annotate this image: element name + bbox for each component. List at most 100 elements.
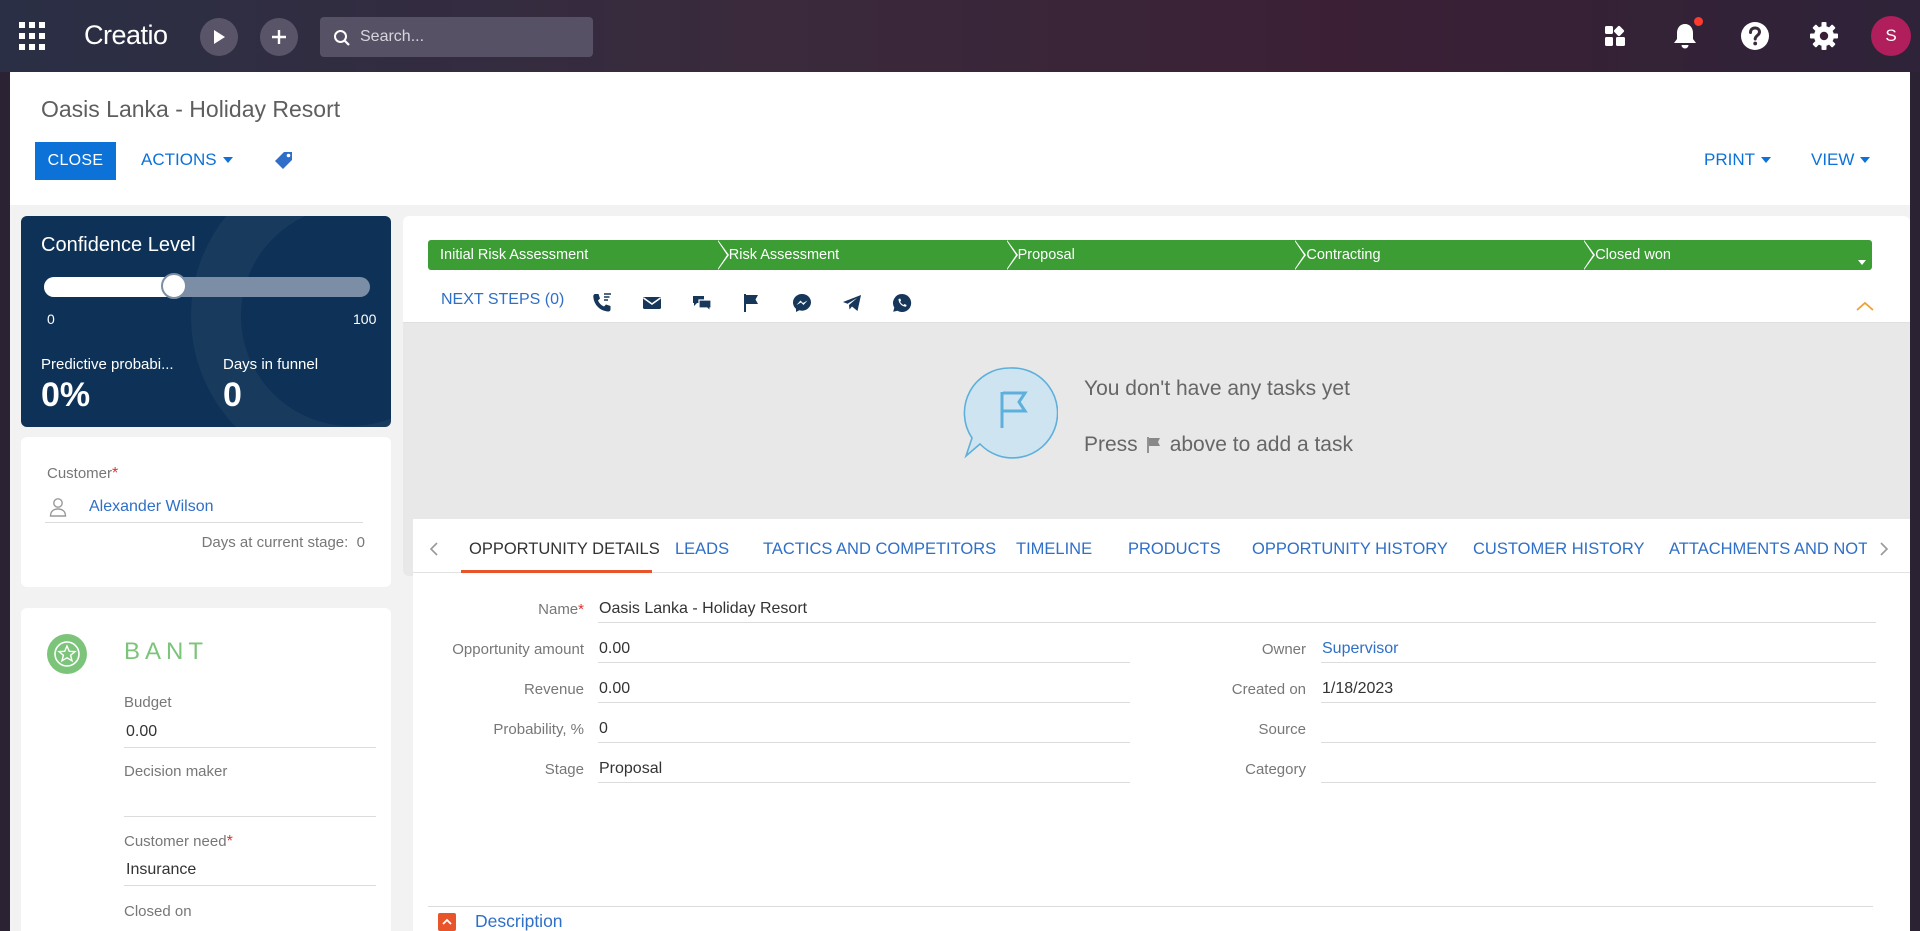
- stage-dropdown-icon[interactable]: [1858, 252, 1866, 270]
- tab-opportunity-history[interactable]: OPPORTUNITY HISTORY: [1252, 540, 1448, 559]
- days-at-stage-value: 0: [356, 534, 365, 551]
- slider-min-label: 0: [47, 311, 55, 327]
- close-button[interactable]: CLOSE: [35, 142, 116, 180]
- empty-hint-rest: above to add a task: [1169, 433, 1353, 456]
- flag-icon[interactable]: [741, 292, 763, 314]
- record-page: Oasis Lanka - Holiday Resort CLOSE ACTIO…: [10, 72, 1910, 931]
- stage-initial-risk-assessment[interactable]: Initial Risk Assessment: [428, 240, 729, 270]
- stage-label: Closed won: [1595, 247, 1671, 263]
- stage-arrow: [1583, 240, 1594, 270]
- source-label: Source: [1258, 721, 1306, 738]
- view-menu-button[interactable]: VIEW: [1811, 150, 1871, 170]
- collapse-chevron-up-icon[interactable]: [1855, 300, 1875, 312]
- whatsapp-icon[interactable]: [891, 292, 913, 314]
- stage-field[interactable]: Proposal: [598, 755, 1130, 783]
- run-process-button[interactable]: [200, 18, 238, 56]
- stage-label: Contracting: [1306, 247, 1381, 263]
- created-on-field[interactable]: 1/18/2023: [1321, 675, 1876, 703]
- top-bar: Creatio S: [0, 0, 1920, 72]
- search-icon: [334, 30, 350, 46]
- budget-field[interactable]: 0.00: [124, 716, 376, 748]
- tabs-scroll-right-icon[interactable]: [1879, 541, 1889, 557]
- page-title: Oasis Lanka - Holiday Resort: [41, 96, 341, 122]
- collapse-section-icon[interactable]: [438, 913, 456, 931]
- global-search[interactable]: [320, 17, 593, 57]
- add-record-button[interactable]: [260, 18, 298, 56]
- customer-label-wrap: Customer*: [47, 465, 118, 483]
- actions-menu-button[interactable]: ACTIONS: [141, 150, 233, 170]
- category-label: Category: [1245, 761, 1306, 778]
- opportunity-amount-label: Opportunity amount: [452, 641, 584, 658]
- stage-proposal[interactable]: Proposal: [1005, 240, 1307, 270]
- source-field[interactable]: [1321, 715, 1876, 743]
- flag-icon: [1146, 437, 1160, 453]
- tab-timeline[interactable]: TIMELINE: [1016, 540, 1092, 559]
- customer-field[interactable]: Alexander Wilson: [45, 491, 363, 523]
- empty-tasks-hint: Press above to add a task: [1084, 433, 1353, 457]
- tab-leads[interactable]: LEADS: [675, 540, 729, 559]
- confidence-slider-track[interactable]: [44, 277, 370, 297]
- description-divider: [428, 906, 1873, 907]
- user-avatar[interactable]: S: [1871, 16, 1911, 56]
- customer-card: Customer* Alexander Wilson Days at curre…: [21, 437, 391, 587]
- stage-arrow: [1294, 240, 1305, 270]
- closed-on-label: Closed on: [124, 903, 192, 920]
- tab-attachments-and-noti[interactable]: ATTACHMENTS AND NOTI: [1669, 540, 1867, 559]
- stage-arrow: [1005, 240, 1016, 270]
- settings-gear-icon[interactable]: [1806, 18, 1842, 54]
- chat-bubbles-icon[interactable]: [691, 292, 713, 314]
- chevron-down-icon: [1860, 157, 1871, 163]
- days-in-funnel-label: Days in funnel: [223, 356, 319, 373]
- required-mark: *: [226, 833, 233, 850]
- decision-maker-field[interactable]: [124, 785, 376, 817]
- chevron-down-icon: [1761, 157, 1771, 163]
- tab-products[interactable]: PRODUCTS: [1128, 540, 1221, 559]
- view-label: VIEW: [1811, 150, 1855, 169]
- bant-star-icon: [47, 634, 87, 674]
- stage-progress-bar: Initial Risk Assessment Risk Assessment Pr…: [428, 240, 1872, 270]
- revenue-field[interactable]: 0.00: [598, 675, 1130, 703]
- messenger-icon[interactable]: [791, 292, 813, 314]
- actions-label: ACTIONS: [141, 150, 217, 169]
- creatio-logo[interactable]: Creatio: [84, 20, 168, 51]
- confidence-level-card: Confidence Level 0 100 Predictive probab…: [21, 216, 391, 427]
- tab-opportunity-details[interactable]: OPPORTUNITY DETAILS: [469, 540, 660, 559]
- print-label: PRINT: [1704, 150, 1755, 169]
- tag-icon[interactable]: [274, 150, 294, 175]
- customer-need-label: Customer need: [124, 833, 227, 850]
- stage-risk-assessment[interactable]: Risk Assessment: [716, 240, 1018, 270]
- owner-link[interactable]: Supervisor: [1321, 635, 1876, 663]
- probability-field[interactable]: 0: [598, 715, 1130, 743]
- slider-max-label: 100: [353, 311, 377, 327]
- name-field[interactable]: Oasis Lanka - Holiday Resort: [598, 595, 1876, 623]
- customer-need-field[interactable]: Insurance: [124, 854, 376, 886]
- category-field[interactable]: [1321, 755, 1876, 783]
- customer-link[interactable]: Alexander Wilson: [89, 498, 214, 516]
- bant-card: BANT Budget 0.00 Decision maker Customer…: [21, 608, 391, 931]
- empty-hint-press: Press: [1084, 433, 1138, 456]
- decision-maker-label: Decision maker: [124, 763, 228, 780]
- print-menu-button[interactable]: PRINT: [1704, 150, 1771, 170]
- help-icon[interactable]: [1737, 18, 1773, 54]
- empty-tasks-flag-illustration-icon: [963, 367, 1058, 459]
- dashboard-tiles-icon[interactable]: [1597, 18, 1633, 54]
- app-launcher-icon[interactable]: [18, 22, 46, 50]
- tab-tactics-and-competitors[interactable]: TACTICS AND COMPETITORS: [763, 540, 996, 559]
- stage-label: Stage: [544, 761, 584, 778]
- search-input[interactable]: [360, 17, 585, 57]
- opportunity-amount-field[interactable]: 0.00: [598, 635, 1130, 663]
- tabs-scroll-left-icon[interactable]: [429, 541, 439, 557]
- customer-need-label-wrap: Customer need*: [124, 833, 233, 851]
- confidence-title: Confidence Level: [41, 234, 196, 256]
- tab-customer-history[interactable]: CUSTOMER HISTORY: [1473, 540, 1644, 559]
- stage-closed-won[interactable]: Closed won: [1583, 240, 1872, 270]
- predictive-probability-label: Predictive probabi...: [41, 356, 174, 373]
- email-icon[interactable]: [641, 292, 663, 314]
- record-header: Oasis Lanka - Holiday Resort CLOSE ACTIO…: [10, 72, 1910, 205]
- telegram-icon[interactable]: [841, 292, 863, 314]
- stage-contracting[interactable]: Contracting: [1294, 240, 1596, 270]
- owner-label: Owner: [1261, 641, 1306, 658]
- phone-call-icon[interactable]: [591, 292, 613, 314]
- next-steps-toggle[interactable]: NEXT STEPS (0): [441, 291, 564, 309]
- description-section-title[interactable]: Description: [475, 911, 563, 931]
